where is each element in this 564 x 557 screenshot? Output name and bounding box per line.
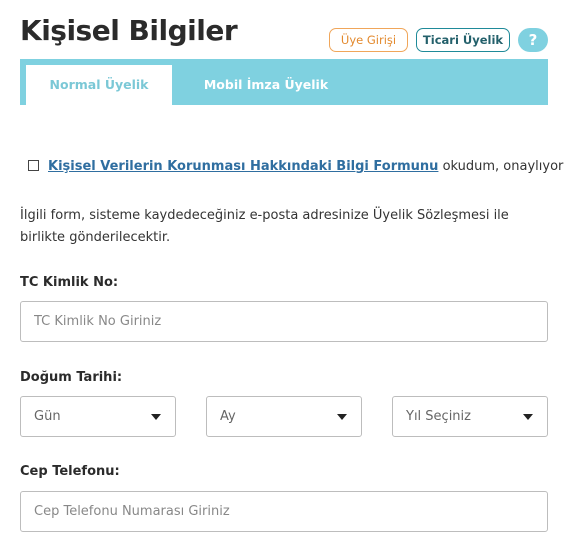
month-select-value: Ay bbox=[220, 409, 236, 424]
birth-date-label: Doğum Tarihi: bbox=[20, 370, 123, 385]
consent-suffix: okudum, onaylıyorum. bbox=[442, 159, 564, 174]
chevron-down-icon bbox=[151, 414, 161, 420]
phone-input[interactable] bbox=[20, 491, 548, 532]
day-select-value: Gün bbox=[34, 409, 61, 424]
info-text: İlgili form, sisteme kaydedeceğiniz e-po… bbox=[20, 208, 509, 245]
page-title: Kişisel Bilgiler bbox=[20, 14, 238, 47]
month-select[interactable]: Ay bbox=[206, 396, 362, 437]
tc-label: TC Kimlik No: bbox=[20, 275, 119, 290]
tc-input[interactable] bbox=[20, 301, 548, 342]
chevron-down-icon bbox=[523, 414, 533, 420]
membership-tabs: Normal Üyelik Mobil İmza Üyelik bbox=[20, 59, 548, 105]
year-select[interactable]: Yıl Seçiniz bbox=[392, 396, 548, 437]
corporate-membership-button[interactable]: Ticari Üyelik bbox=[416, 28, 510, 52]
phone-label: Cep Telefonu: bbox=[20, 464, 120, 479]
chevron-down-icon bbox=[337, 414, 347, 420]
year-select-value: Yıl Seçiniz bbox=[406, 409, 471, 424]
consent-checkbox[interactable] bbox=[28, 159, 39, 171]
privacy-form-link[interactable]: Kişisel Verilerin Korunması Hakkındaki B… bbox=[48, 159, 438, 174]
help-icon[interactable]: ? bbox=[518, 28, 548, 52]
day-select[interactable]: Gün bbox=[20, 396, 176, 437]
tab-normal-membership[interactable]: Normal Üyelik bbox=[26, 65, 172, 105]
tab-mobile-signature-membership[interactable]: Mobil İmza Üyelik bbox=[190, 65, 342, 105]
consent-row: Kişisel Verilerin Korunması Hakkındaki B… bbox=[28, 159, 564, 174]
login-button[interactable]: Üye Girişi bbox=[329, 28, 408, 52]
